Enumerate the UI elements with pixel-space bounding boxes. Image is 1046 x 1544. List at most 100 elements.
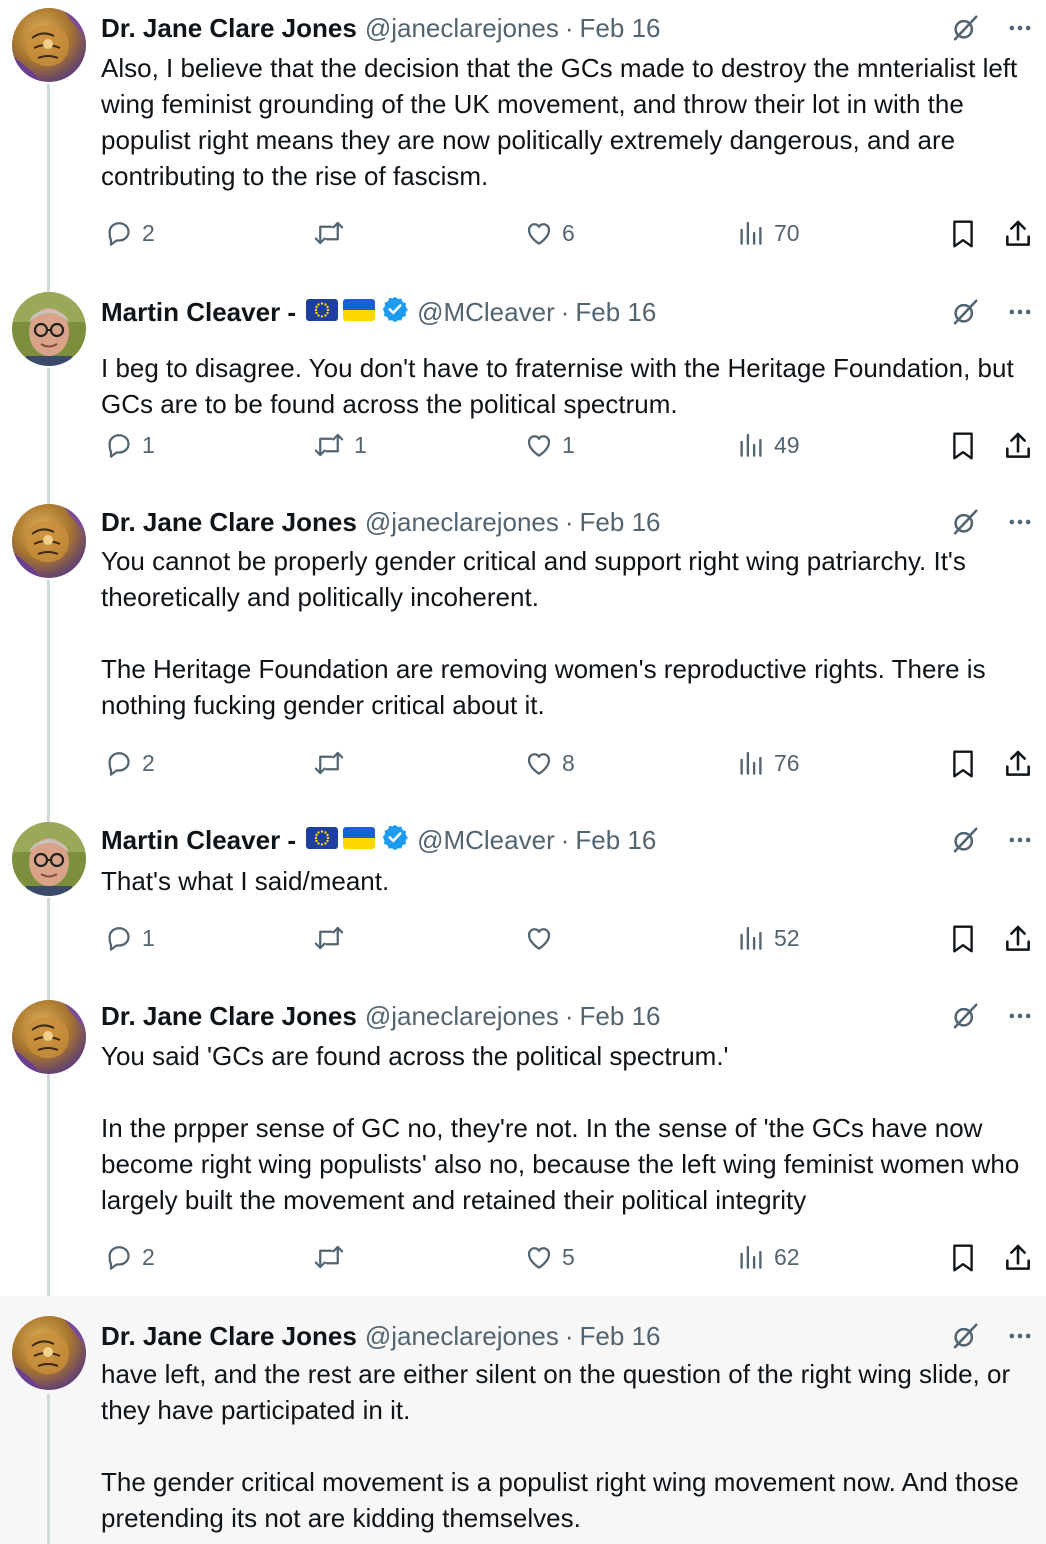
like-icon xyxy=(524,218,554,248)
tweet[interactable]: Dr. Jane Clare Jones @janeclarejones · Feb … xyxy=(0,1000,1046,1296)
avatar[interactable] xyxy=(12,504,86,578)
bookmark-button[interactable] xyxy=(948,430,978,462)
avatar[interactable] xyxy=(12,292,86,366)
like-button[interactable]: 8 xyxy=(524,748,575,778)
share-icon xyxy=(1002,218,1034,250)
share-button[interactable] xyxy=(1002,748,1034,780)
author-name[interactable]: Dr. Jane Clare Jones xyxy=(101,13,357,44)
author-handle[interactable]: @janeclarejones xyxy=(365,1321,559,1352)
tweet-top-actions xyxy=(950,297,1034,332)
author-name[interactable]: Dr. Jane Clare Jones xyxy=(101,1321,357,1352)
verified-badge-icon[interactable] xyxy=(381,823,409,858)
avatar[interactable] xyxy=(12,1000,86,1074)
more-icon[interactable] xyxy=(1006,1002,1034,1035)
tweet[interactable]: Dr. Jane Clare Jones @janeclarejones · Feb … xyxy=(0,504,1046,822)
replies-count: 1 xyxy=(142,431,155,458)
tweet-header: Dr. Jane Clare Jones @janeclarejones · Feb … xyxy=(101,504,946,540)
separator-dot: · xyxy=(560,824,570,855)
tweet-top-actions xyxy=(950,507,1034,542)
tweet-date[interactable]: Feb 16 xyxy=(580,1321,661,1352)
tweet-date[interactable]: Feb 16 xyxy=(580,13,661,44)
share-button[interactable] xyxy=(1002,218,1034,250)
like-button[interactable]: 6 xyxy=(524,218,575,248)
share-icon xyxy=(1002,430,1034,462)
reply-icon xyxy=(104,748,134,778)
bookmark-icon xyxy=(948,430,978,462)
repost-button[interactable] xyxy=(312,218,354,248)
tweet-date[interactable]: Feb 16 xyxy=(575,825,656,856)
grok-icon[interactable] xyxy=(950,1001,980,1036)
tweet[interactable]: Dr. Jane Clare Jones @janeclarejones · Feb … xyxy=(0,1296,1046,1544)
verified-badge-icon[interactable] xyxy=(381,295,409,330)
author-handle[interactable]: @janeclarejones xyxy=(365,13,559,44)
reply-button[interactable]: 1 xyxy=(104,430,155,460)
eu-flag-icon xyxy=(306,297,339,328)
author-name[interactable]: Martin Cleaver - xyxy=(101,825,296,856)
author-handle[interactable]: @janeclarejones xyxy=(365,1001,559,1032)
views-count: 52 xyxy=(774,924,800,951)
more-icon[interactable] xyxy=(1006,298,1034,331)
repost-icon xyxy=(312,430,346,460)
share-icon xyxy=(1002,748,1034,780)
avatar[interactable] xyxy=(12,8,86,82)
like-button[interactable] xyxy=(524,923,562,953)
tweet-header: Dr. Jane Clare Jones @janeclarejones · Feb … xyxy=(101,1318,946,1354)
more-icon[interactable] xyxy=(1006,14,1034,47)
grok-icon[interactable] xyxy=(950,13,980,48)
like-button[interactable]: 5 xyxy=(524,1242,575,1272)
bookmark-button[interactable] xyxy=(948,748,978,780)
grok-icon[interactable] xyxy=(950,825,980,860)
repost-icon xyxy=(312,1242,346,1272)
tweet[interactable]: Dr. Jane Clare Jones @janeclarejones · Feb … xyxy=(0,0,1046,292)
repost-button[interactable] xyxy=(312,748,354,778)
separator-dot: · xyxy=(564,12,574,43)
bookmark-button[interactable] xyxy=(948,1242,978,1274)
conversation-thread: Dr. Jane Clare Jones @janeclarejones · Feb … xyxy=(0,0,1046,1544)
grok-icon[interactable] xyxy=(950,1321,980,1356)
author-handle[interactable]: @MCleaver xyxy=(417,297,555,328)
repost-icon xyxy=(312,218,346,248)
views-button[interactable]: 62 xyxy=(736,1242,800,1272)
avatar[interactable] xyxy=(12,822,86,896)
reply-button[interactable]: 2 xyxy=(104,218,155,248)
more-icon[interactable] xyxy=(1006,1322,1034,1355)
repost-icon xyxy=(312,748,346,778)
author-handle[interactable]: @MCleaver xyxy=(417,825,555,856)
author-name[interactable]: Martin Cleaver - xyxy=(101,297,296,328)
more-icon[interactable] xyxy=(1006,508,1034,541)
repost-button[interactable] xyxy=(312,923,354,953)
grok-icon[interactable] xyxy=(950,297,980,332)
tweet-date[interactable]: Feb 16 xyxy=(575,297,656,328)
tweet-date[interactable]: Feb 16 xyxy=(580,1001,661,1032)
replies-count: 2 xyxy=(142,749,155,776)
share-button[interactable] xyxy=(1002,430,1034,462)
author-name[interactable]: Dr. Jane Clare Jones xyxy=(101,1001,357,1032)
author-name[interactable]: Dr. Jane Clare Jones xyxy=(101,507,357,538)
author-handle[interactable]: @janeclarejones xyxy=(365,507,559,538)
tweet[interactable]: Martin Cleaver - @MCleaver · Feb 16 I beg to… xyxy=(0,292,1046,504)
bookmark-button[interactable] xyxy=(948,923,978,955)
tweet-date[interactable]: Feb 16 xyxy=(580,507,661,538)
share-button[interactable] xyxy=(1002,1242,1034,1274)
views-button[interactable]: 70 xyxy=(736,218,800,248)
tweet-paragraph: have left, and the rest are either silen… xyxy=(101,1359,1011,1425)
bookmark-button[interactable] xyxy=(948,218,978,250)
reply-button[interactable]: 2 xyxy=(104,748,155,778)
avatar[interactable] xyxy=(12,1316,86,1390)
repost-button[interactable]: 1 xyxy=(312,430,367,460)
reply-button[interactable]: 1 xyxy=(104,923,155,953)
views-button[interactable]: 49 xyxy=(736,430,800,460)
views-icon xyxy=(736,923,766,953)
likes-count: 1 xyxy=(562,431,575,458)
tweet[interactable]: Martin Cleaver - @MCleaver · Feb 16 That's w… xyxy=(0,822,1046,1000)
views-button[interactable]: 52 xyxy=(736,923,800,953)
like-button[interactable]: 1 xyxy=(524,430,575,460)
reply-button[interactable]: 2 xyxy=(104,1242,155,1272)
more-icon[interactable] xyxy=(1006,826,1034,859)
tweet-text: Also, I believe that the decision that t… xyxy=(101,50,1032,194)
share-button[interactable] xyxy=(1002,923,1034,955)
eu-flag-icon xyxy=(306,825,339,856)
grok-icon[interactable] xyxy=(950,507,980,542)
repost-button[interactable] xyxy=(312,1242,354,1272)
views-button[interactable]: 76 xyxy=(736,748,800,778)
